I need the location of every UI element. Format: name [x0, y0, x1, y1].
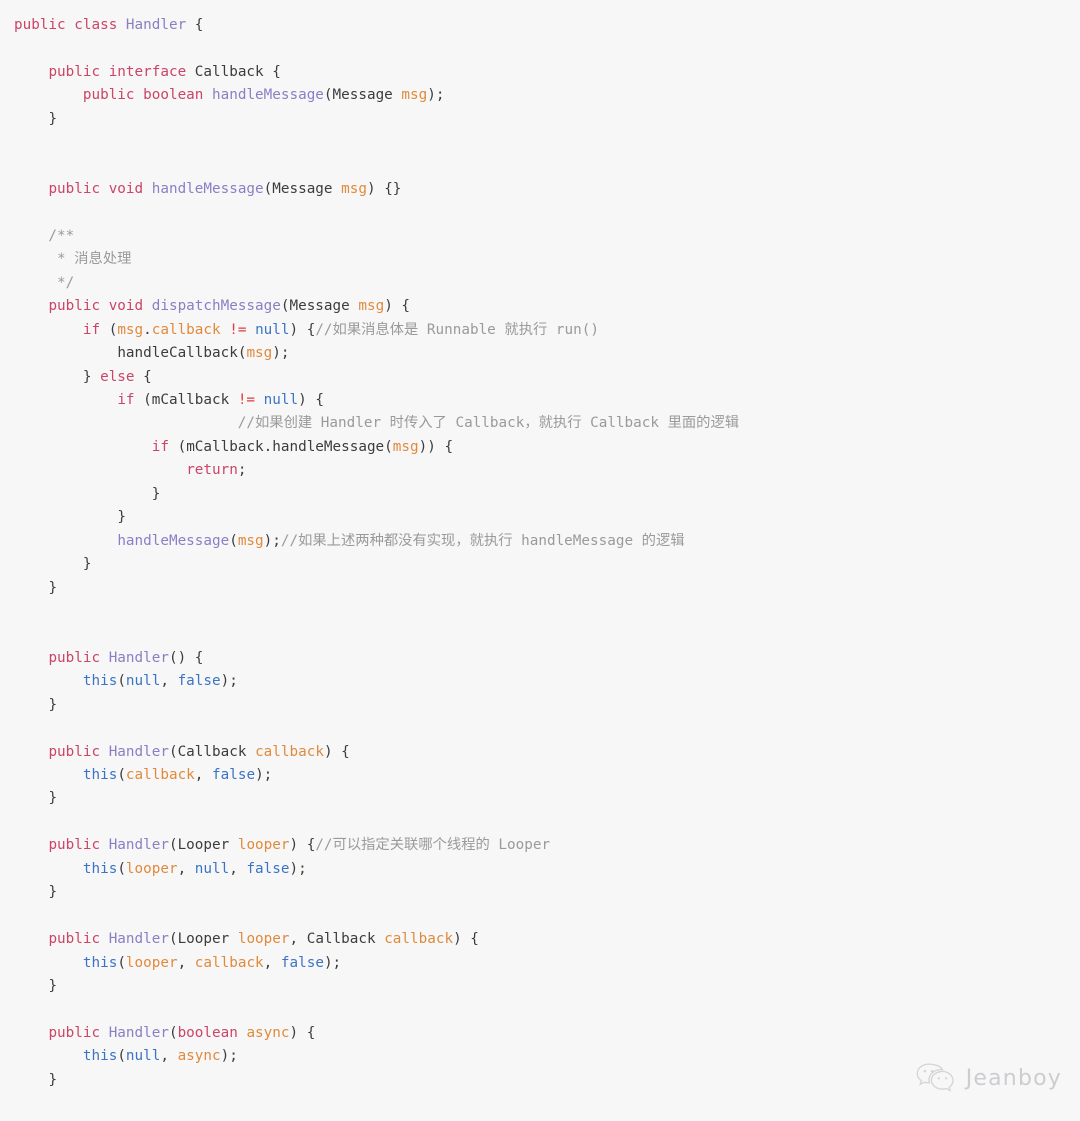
watermark: Jeanboy — [915, 1061, 1062, 1095]
code-line: public Handler(Looper looper) {//可以指定关联哪… — [48, 837, 551, 854]
code-line: ​ — [0, 905, 739, 928]
code-line: } — [48, 1071, 58, 1088]
code-line: */ — [14, 274, 75, 291]
code-line: public Handler(boolean async) { — [48, 1024, 316, 1041]
code-line: ​ — [0, 717, 739, 740]
code-line: if (msg.callback != null) {//如果消息体是 Runn… — [82, 321, 599, 338]
watermark-label: Jeanboy — [965, 1065, 1062, 1091]
code-line: public boolean handleMessage(Message msg… — [82, 87, 445, 104]
wechat-icon — [915, 1061, 957, 1095]
code-line: public interface Callback { — [48, 63, 281, 80]
code-line: } — [117, 509, 126, 526]
code-line: public void handleMessage(Message msg) {… — [48, 181, 402, 198]
code-line: } — [48, 110, 58, 127]
code-line: ​ — [0, 131, 739, 154]
code-line: ​ — [0, 811, 739, 834]
code-line: } — [48, 884, 58, 901]
code-line: this(null, async); — [82, 1048, 238, 1065]
code-screenshot: public class Handler { ​ public interface… — [0, 0, 1080, 1121]
code-line: } — [82, 556, 92, 573]
code-line: ​ — [0, 998, 739, 1021]
code-line: if (mCallback.handleMessage(msg)) { — [151, 438, 454, 455]
code-line: ​ — [0, 623, 739, 646]
code-line: this(looper, callback, false); — [82, 954, 342, 971]
code-line: ​ — [0, 37, 739, 60]
code-line: handleCallback(msg); — [117, 345, 290, 362]
code-line: /** — [14, 227, 75, 244]
code-line: } — [48, 977, 58, 994]
code-line: public Handler(Callback callback) { — [48, 743, 350, 760]
code-line: ​ — [0, 600, 739, 623]
code-line: public Handler() { — [48, 649, 204, 666]
code-line: } — [151, 485, 161, 502]
code-line: * 消息处理 — [14, 251, 132, 268]
code-line: ​ — [0, 155, 739, 178]
code-line: return; — [186, 462, 247, 479]
code-line: } else { — [82, 368, 152, 385]
code-line: this(looper, null, false); — [82, 860, 307, 877]
code-line: } — [48, 696, 58, 713]
code-line: ​ — [0, 202, 739, 225]
code-line: } — [48, 579, 58, 596]
code-line: if (mCallback != null) { — [117, 392, 324, 408]
code-line: public Handler(Looper looper, Callback c… — [48, 931, 479, 948]
code-line: public class Handler { — [14, 17, 204, 33]
code-line: handleMessage(msg);//如果上述两种都没有实现，就执行 han… — [117, 532, 685, 549]
code-block: public class Handler { ​ public interface… — [0, 0, 739, 1092]
code-line: this(null, false); — [82, 673, 238, 690]
code-line: public void dispatchMessage(Message msg)… — [48, 298, 411, 315]
code-line: this(callback, false); — [82, 767, 273, 783]
code-line: //如果创建 Handler 时传入了 Callback，就执行 Callbac… — [14, 415, 740, 432]
code-line: } — [48, 790, 58, 807]
